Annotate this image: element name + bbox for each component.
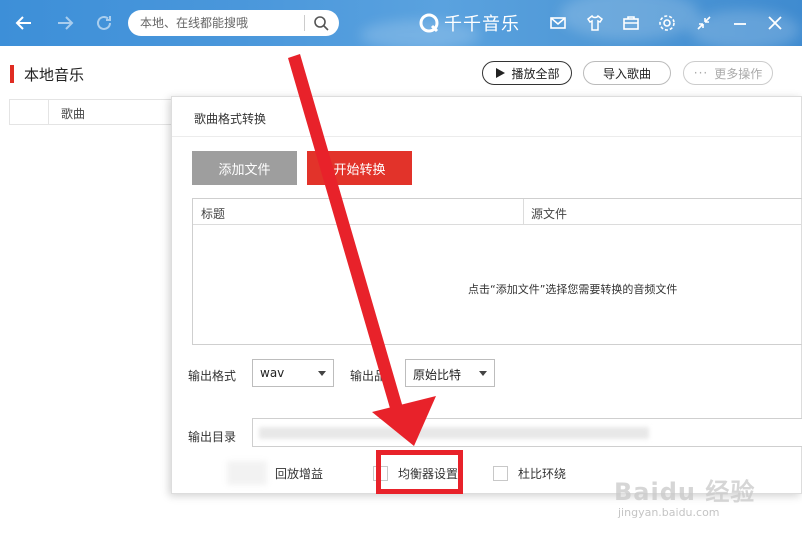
title-column-header[interactable]: 标题	[201, 205, 225, 222]
output-format-value: wav	[260, 366, 285, 380]
dolby-label: 杜比环绕	[518, 467, 567, 481]
replay-gain-option[interactable]: 回放增益	[250, 465, 323, 482]
song-column-label: 歌曲	[61, 107, 86, 121]
play-all-label: 播放全部	[511, 66, 560, 81]
more-label: 更多操作	[714, 66, 763, 81]
baidu-watermark: Baidu 经验 jingyan.baidu.com	[612, 472, 802, 532]
output-format-label: 输出格式	[188, 369, 237, 383]
settings-gear-icon[interactable]	[655, 11, 679, 35]
watermark-main: Baidu 经验	[614, 478, 756, 506]
start-convert-button[interactable]: 开始转换	[307, 151, 412, 185]
column-divider[interactable]	[523, 199, 524, 224]
skin-shirt-icon[interactable]	[583, 11, 607, 35]
more-dots-icon: ···	[693, 66, 709, 80]
replay-gain-label: 回放增益	[275, 467, 324, 481]
more-actions-button[interactable]: ··· 更多操作	[683, 61, 773, 85]
dolby-checkbox[interactable]	[493, 466, 508, 481]
output-bitrate-label: 输出品	[350, 369, 387, 383]
search-input[interactable]	[140, 14, 300, 32]
play-icon	[496, 68, 506, 78]
file-table-header: 标题 源文件	[193, 199, 802, 225]
add-file-label: 添加文件	[218, 162, 271, 178]
import-label: 导入歌曲	[602, 66, 651, 81]
output-dir-field[interactable]	[252, 418, 802, 447]
watermark-sub: jingyan.baidu.com	[618, 506, 720, 519]
dialog-header: 歌曲格式转换	[172, 97, 801, 137]
chevron-down-icon	[479, 371, 487, 376]
page-title: 本地音乐	[24, 66, 85, 84]
file-table: 标题 源文件 点击“添加文件”选择您需要转换的音频文件	[192, 198, 802, 345]
add-file-button[interactable]: 添加文件	[192, 151, 297, 185]
search-icon[interactable]	[311, 13, 331, 33]
dolby-option[interactable]: 杜比环绕	[493, 465, 566, 482]
toolbox-icon[interactable]	[619, 11, 643, 35]
output-dir-label: 输出目录	[188, 430, 237, 444]
play-all-button[interactable]: 播放全部	[482, 61, 572, 85]
brand-name: 千千音乐	[444, 14, 520, 35]
chevron-down-icon	[318, 371, 326, 376]
brand-logo-icon	[419, 13, 439, 33]
close-icon[interactable]	[763, 11, 787, 35]
format-convert-dialog: 歌曲格式转换 添加文件 开始转换 标题 源文件 点击“添加文件”选择您需要转换的…	[171, 96, 802, 494]
search-box	[128, 10, 339, 36]
minimize-icon[interactable]	[728, 11, 752, 35]
output-format-select[interactable]: wav	[252, 359, 334, 387]
song-list-header: 歌曲	[9, 99, 171, 125]
select-column[interactable]	[9, 100, 49, 124]
mail-icon[interactable]	[546, 11, 570, 35]
source-column-header[interactable]: 源文件	[531, 205, 567, 222]
output-bitrate-select[interactable]: 原始比特	[405, 359, 495, 387]
page-title-accent	[10, 65, 14, 83]
blurred-path	[259, 427, 649, 439]
empty-table-hint: 点击“添加文件”选择您需要转换的音频文件	[468, 283, 678, 296]
annotation-highlight-box	[376, 450, 463, 494]
back-arrow-icon[interactable]	[12, 11, 36, 35]
output-bitrate-value: 原始比特	[413, 368, 462, 382]
dialog-title: 歌曲格式转换	[194, 112, 267, 126]
start-convert-label: 开始转换	[333, 162, 386, 178]
app-logo: 千千音乐	[418, 10, 520, 36]
search-divider	[304, 15, 305, 31]
import-songs-button[interactable]: 导入歌曲	[583, 61, 671, 85]
refresh-icon[interactable]	[92, 11, 116, 35]
forward-arrow-icon[interactable]	[53, 11, 77, 35]
title-bar: 千千音乐	[0, 0, 802, 46]
mini-mode-icon[interactable]	[692, 11, 716, 35]
